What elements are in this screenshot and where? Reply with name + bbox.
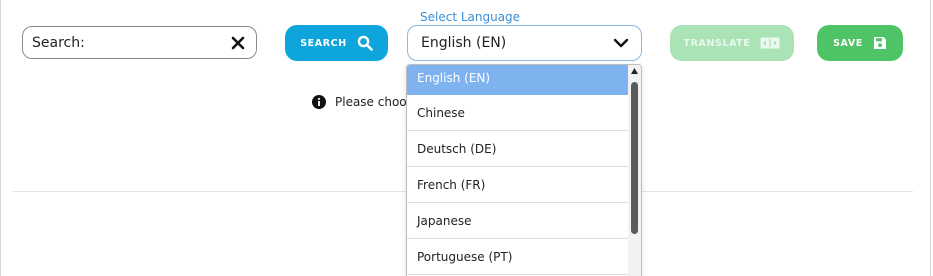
scroll-up-arrow-icon[interactable] xyxy=(631,68,638,74)
language-option-label: English (EN) xyxy=(417,71,491,85)
search-field[interactable] xyxy=(22,26,257,59)
language-option-label: Japanese xyxy=(417,213,472,228)
language-dropdown[interactable]: English (EN) Chinese Deutsch (DE) French… xyxy=(406,64,642,276)
language-option-chinese[interactable]: Chinese xyxy=(407,95,629,131)
search-button-label: SEARCH xyxy=(300,37,347,49)
language-option-french[interactable]: French (FR) xyxy=(407,167,629,203)
search-icon xyxy=(357,35,373,51)
scrollbar-thumb[interactable] xyxy=(631,82,638,234)
save-button-label: SAVE xyxy=(833,37,863,49)
dropdown-scrollbar[interactable] xyxy=(628,65,641,276)
translate-button-label: TRANSLATE xyxy=(683,37,751,49)
info-message: Please choos xyxy=(312,95,413,109)
floppy-disk-icon xyxy=(873,37,886,49)
close-icon[interactable] xyxy=(230,35,246,51)
language-option-label: Chinese xyxy=(417,105,465,120)
language-option-label: French (FR) xyxy=(417,177,486,192)
info-message-text: Please choos xyxy=(335,95,413,109)
language-label: Select Language xyxy=(417,10,524,24)
save-button[interactable]: SAVE xyxy=(817,25,903,61)
language-option-japanese[interactable]: Japanese xyxy=(407,203,629,239)
language-option-label: Portuguese (PT) xyxy=(417,249,513,264)
search-input[interactable] xyxy=(32,33,222,53)
language-select[interactable]: English (EN) xyxy=(407,25,642,61)
translate-icon xyxy=(760,37,780,49)
search-button[interactable]: SEARCH xyxy=(285,25,388,61)
info-circle-icon xyxy=(312,95,326,109)
language-option-english[interactable]: English (EN) xyxy=(407,65,629,95)
language-selected-value: English (EN) xyxy=(421,35,507,51)
chevron-down-icon xyxy=(613,38,629,48)
language-option-portuguese[interactable]: Portuguese (PT) xyxy=(407,239,629,275)
translate-button[interactable]: TRANSLATE xyxy=(670,25,794,61)
language-option-deutsch[interactable]: Deutsch (DE) xyxy=(407,131,629,167)
language-option-label: Deutsch (DE) xyxy=(417,141,497,156)
